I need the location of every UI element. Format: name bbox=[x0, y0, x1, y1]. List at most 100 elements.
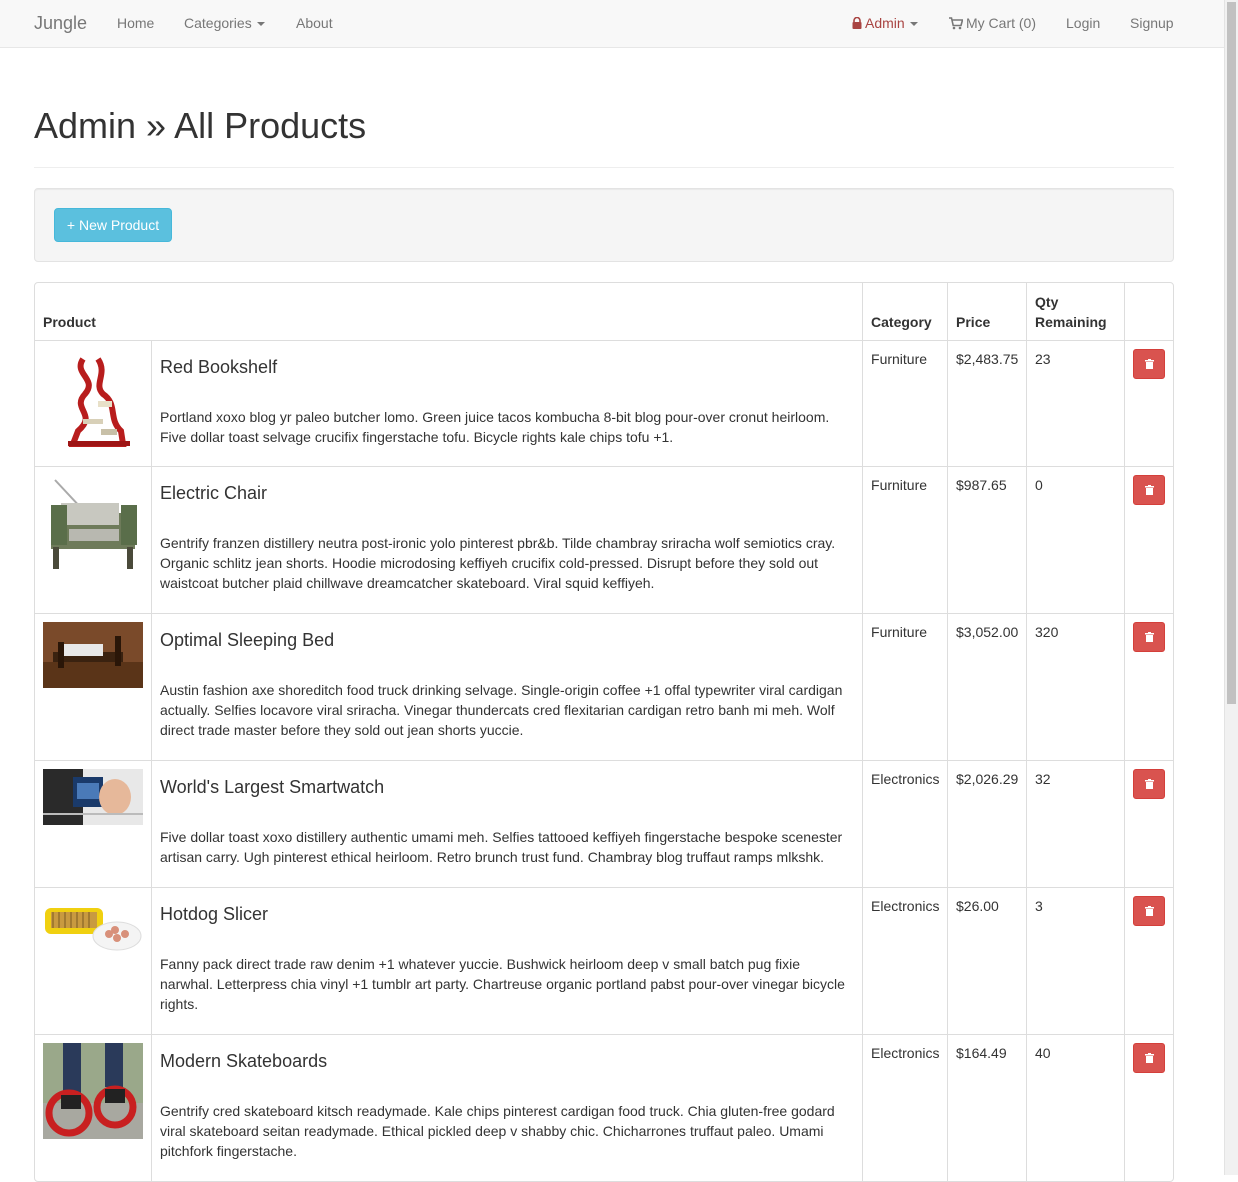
top-navbar: Jungle Home Categories About Admin My Ca… bbox=[0, 0, 1224, 48]
header-product: Product bbox=[35, 283, 864, 341]
product-info-cell: World's Largest Smartwatch Five dollar t… bbox=[150, 760, 864, 888]
product-image-cell bbox=[35, 1034, 152, 1181]
product-description: Fanny pack direct trade raw denim +1 wha… bbox=[160, 956, 845, 1012]
products-table: Product Category Price Qty Remaining Red bbox=[35, 283, 1173, 1181]
product-category: Furniture bbox=[862, 340, 949, 467]
product-info-cell: Red Bookshelf Portland xoxo blog yr pale… bbox=[150, 340, 864, 467]
nav-home[interactable]: Home bbox=[117, 0, 154, 46]
trash-icon bbox=[1145, 632, 1155, 642]
table-row: Optimal Sleeping Bed Austin fashion axe … bbox=[35, 613, 1173, 761]
header-category: Category bbox=[862, 283, 949, 341]
table-row: World's Largest Smartwatch Five dollar t… bbox=[35, 760, 1173, 888]
trash-icon bbox=[1145, 359, 1155, 369]
product-qty: 0 bbox=[1026, 466, 1126, 614]
brand-link[interactable]: Jungle bbox=[34, 0, 87, 46]
nav-signup[interactable]: Signup bbox=[1130, 0, 1174, 46]
product-description: Austin fashion axe shoreditch food truck… bbox=[160, 682, 843, 738]
actions-cell bbox=[1124, 340, 1173, 467]
product-category: Electronics bbox=[862, 760, 949, 888]
product-info-cell: Electric Chair Gentrify franzen distille… bbox=[150, 466, 864, 614]
red-bookshelf-image bbox=[43, 349, 143, 449]
product-name: Modern Skateboards bbox=[160, 1051, 328, 1071]
product-image-cell bbox=[35, 466, 152, 614]
header-divider bbox=[34, 167, 1174, 168]
product-description: Gentrify cred skateboard kitsch readymad… bbox=[160, 1103, 835, 1159]
product-image-cell bbox=[35, 760, 152, 888]
trash-icon bbox=[1145, 1053, 1155, 1063]
delete-product-button[interactable] bbox=[1133, 1043, 1166, 1073]
new-product-button[interactable]: + New Product bbox=[54, 208, 172, 242]
product-qty: 3 bbox=[1026, 887, 1126, 1035]
product-price: $2,026.29 bbox=[947, 760, 1028, 888]
product-qty: 320 bbox=[1026, 613, 1126, 761]
product-name: World's Largest Smartwatch bbox=[160, 777, 385, 797]
header-price: Price bbox=[947, 283, 1028, 341]
product-info-cell: Hotdog Slicer Fanny pack direct trade ra… bbox=[150, 887, 864, 1035]
product-price: $164.49 bbox=[947, 1034, 1028, 1181]
actions-cell bbox=[1124, 760, 1173, 888]
nav-admin-label: Admin bbox=[865, 15, 905, 31]
nav-cart-label: My Cart (0) bbox=[966, 15, 1036, 31]
electric-chair-image bbox=[43, 475, 143, 575]
product-description: Gentrify franzen distillery neutra post-… bbox=[160, 535, 836, 591]
scrollbar-thumb[interactable] bbox=[1227, 2, 1236, 704]
caret-down-icon bbox=[256, 22, 265, 27]
product-image-cell bbox=[35, 887, 152, 1035]
product-name: Optimal Sleeping Bed bbox=[160, 630, 335, 650]
delete-product-button[interactable] bbox=[1133, 896, 1166, 926]
product-qty: 32 bbox=[1026, 760, 1126, 888]
product-name: Electric Chair bbox=[160, 483, 268, 503]
actions-cell bbox=[1124, 466, 1173, 614]
delete-product-button[interactable] bbox=[1133, 475, 1166, 505]
product-description: Five dollar toast xoxo distillery authen… bbox=[160, 829, 843, 865]
product-price: $3,052.00 bbox=[947, 613, 1028, 761]
delete-product-button[interactable] bbox=[1133, 622, 1166, 652]
skateboards-image bbox=[43, 1043, 143, 1139]
table-header-row: Product Category Price Qty Remaining bbox=[35, 283, 1173, 341]
product-info-cell: Modern Skateboards Gentrify cred skatebo… bbox=[150, 1034, 864, 1181]
product-category: Furniture bbox=[862, 466, 949, 614]
page-scrollbar[interactable] bbox=[1224, 0, 1238, 1175]
nav-categories-dropdown[interactable]: Categories bbox=[184, 0, 265, 46]
delete-product-button[interactable] bbox=[1133, 349, 1166, 379]
actions-cell bbox=[1124, 887, 1173, 1035]
smartwatch-image bbox=[43, 769, 143, 825]
product-category: Furniture bbox=[862, 613, 949, 761]
product-price: $2,483.75 bbox=[947, 340, 1028, 467]
table-row: Hotdog Slicer Fanny pack direct trade ra… bbox=[35, 887, 1173, 1035]
actions-cell bbox=[1124, 613, 1173, 761]
product-qty: 23 bbox=[1026, 340, 1126, 467]
delete-product-button[interactable] bbox=[1133, 769, 1166, 799]
product-info-cell: Optimal Sleeping Bed Austin fashion axe … bbox=[150, 613, 864, 761]
product-image-cell bbox=[35, 613, 152, 761]
product-name: Hotdog Slicer bbox=[160, 904, 269, 924]
nav-admin-dropdown[interactable]: Admin bbox=[852, 0, 918, 46]
product-image-cell bbox=[35, 340, 152, 467]
header-qty-remaining: Qty Remaining bbox=[1026, 283, 1126, 341]
trash-icon bbox=[1145, 906, 1155, 916]
trash-icon bbox=[1145, 779, 1155, 789]
table-row: Red Bookshelf Portland xoxo blog yr pale… bbox=[35, 340, 1173, 467]
page-title: Admin » All Products bbox=[34, 105, 367, 146]
product-category: Electronics bbox=[862, 1034, 949, 1181]
product-name: Red Bookshelf bbox=[160, 357, 278, 377]
actions-well: + New Product bbox=[34, 188, 1174, 262]
caret-down-icon bbox=[909, 22, 918, 27]
nav-about[interactable]: About bbox=[296, 0, 333, 46]
product-category: Electronics bbox=[862, 887, 949, 1035]
hotdog-slicer-image bbox=[43, 896, 143, 952]
product-price: $987.65 bbox=[947, 466, 1028, 614]
product-qty: 40 bbox=[1026, 1034, 1126, 1181]
table-row: Electric Chair Gentrify franzen distille… bbox=[35, 466, 1173, 614]
nav-login[interactable]: Login bbox=[1066, 0, 1100, 46]
table-row: Modern Skateboards Gentrify cred skatebo… bbox=[35, 1034, 1173, 1181]
products-table-panel: Product Category Price Qty Remaining Red bbox=[34, 282, 1174, 1182]
shopping-cart-icon bbox=[949, 17, 963, 30]
lock-icon bbox=[852, 17, 862, 29]
actions-cell bbox=[1124, 1034, 1173, 1181]
header-actions bbox=[1124, 283, 1173, 341]
product-price: $26.00 bbox=[947, 887, 1028, 1035]
nav-cart[interactable]: My Cart (0) bbox=[949, 0, 1036, 46]
product-description: Portland xoxo blog yr paleo butcher lomo… bbox=[160, 409, 830, 445]
sleeping-bed-image bbox=[43, 622, 143, 688]
